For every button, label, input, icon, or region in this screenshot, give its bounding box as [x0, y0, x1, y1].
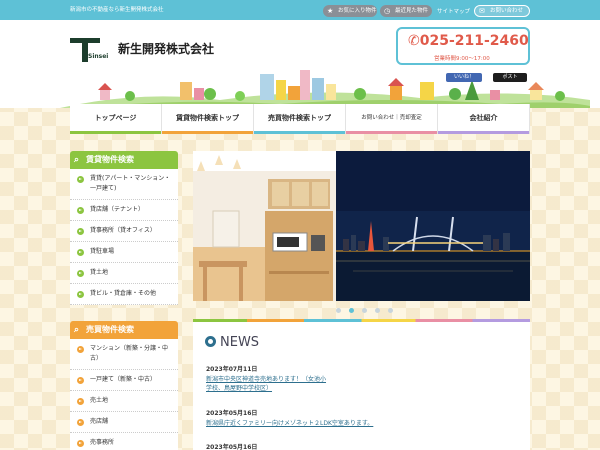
- sidebar-item-label: マンション（新築・分譲・中古）: [90, 345, 169, 362]
- recent-label: 最近見た物件: [395, 8, 429, 14]
- news-item: 2023年05月16日: [206, 442, 406, 450]
- sidebar-item-sale-mansion[interactable]: マンション（新築・分譲・中古）: [70, 339, 178, 370]
- news-date: 2023年07月11日: [206, 366, 258, 373]
- arrow-icon: [77, 398, 84, 405]
- arrow-icon: [77, 440, 84, 447]
- slider-dot[interactable]: [362, 308, 367, 313]
- hero-slider[interactable]: [193, 151, 530, 301]
- sitemap-link[interactable]: サイトマップ: [437, 7, 470, 15]
- contact-button[interactable]: ✉ お問い合わせ: [474, 5, 530, 17]
- rent-search-heading[interactable]: ⌕ 賃貸物件検索: [70, 151, 178, 169]
- sidebar-item-label: 賃貸(アパート・マンション・一戸建て): [90, 175, 171, 192]
- news-heading: NEWS: [205, 335, 259, 350]
- phone-digits: 025-211-2460: [419, 33, 529, 49]
- slider-dot[interactable]: [375, 308, 380, 313]
- sidebar-item-sale-house[interactable]: 一戸建て（新築・中古）: [70, 370, 178, 391]
- sidebar-item-label: 貸土地: [90, 269, 109, 276]
- sidebar-item-rent-other[interactable]: 貸ビル・貸倉庫・その他: [70, 284, 178, 305]
- nav-company[interactable]: 会社紹介: [438, 104, 530, 134]
- arrow-icon: [77, 270, 84, 277]
- sidebar-item-rent-residential[interactable]: 賃貸(アパート・マンション・一戸建て): [70, 169, 178, 200]
- town-illustration: [60, 70, 590, 108]
- sidebar-item-label: 貸事務所（貸オフィス）: [90, 227, 156, 234]
- nav-contact[interactable]: お問い合わせ｜売却査定: [346, 104, 438, 134]
- favorites-label: お気に入り物件: [338, 8, 377, 14]
- arrow-icon: [77, 249, 84, 256]
- circle-icon: [205, 336, 216, 347]
- main-nav: トップページ 賃貸物件検索トップ 売買物件検索トップ お問い合わせ｜売却査定 会…: [70, 104, 530, 134]
- logo-text: Sinsei: [88, 53, 109, 60]
- phone-icon: ✆: [408, 33, 420, 49]
- arrow-icon: [77, 346, 84, 353]
- nav-sale-search[interactable]: 売買物件検索トップ: [254, 104, 346, 134]
- slider-dot[interactable]: [388, 308, 393, 313]
- sidebar-item-sale-office[interactable]: 売事務所: [70, 433, 178, 450]
- news-section: NEWS 2023年07月11日 新潟市中央区神道寺売地あります！（女池小学校、…: [193, 322, 530, 450]
- nav-top[interactable]: トップページ: [70, 104, 162, 134]
- top-bar: 新潟市の不動産なら新生開発株式会社 ★ お気に入り物件 ◷ 最近見た物件 サイト…: [0, 0, 600, 20]
- facebook-like-label: いいね！: [453, 74, 474, 80]
- news-link[interactable]: 新潟県庁近くファミリー向けメゾネット２LDK空室あります。: [206, 419, 406, 428]
- sidebar-item-rent-parking[interactable]: 貸駐車場: [70, 242, 178, 263]
- recent-button[interactable]: ◷ 最近見た物件: [380, 5, 432, 17]
- sidebar-item-rent-store[interactable]: 貸店舗（テナント）: [70, 200, 178, 221]
- arrow-icon: [77, 419, 84, 426]
- arrow-icon: [77, 228, 84, 235]
- sale-search-heading[interactable]: ⌕ 売買物件検索: [70, 321, 178, 339]
- contact-label: お問い合わせ: [490, 8, 524, 14]
- slider-dot-active[interactable]: [349, 308, 354, 313]
- favorites-button[interactable]: ★ お気に入り物件: [323, 5, 377, 17]
- news-link[interactable]: 新潟市中央区神道寺売地あります！（女池小学校、鳥屋野中学校区）: [206, 375, 326, 393]
- arrow-icon: [77, 176, 84, 183]
- twitter-post-button[interactable]: ポスト: [493, 73, 527, 82]
- header: Sinsei 新生開発株式会社 ✆025-211-2460 営業時間9:00～1…: [0, 20, 600, 108]
- sidebar-item-rent-office[interactable]: 貸事務所（貸オフィス）: [70, 221, 178, 242]
- news-title: NEWS: [220, 335, 260, 350]
- sidebar-item-label: 貸駐車場: [90, 248, 115, 255]
- mail-icon: ✉: [479, 7, 485, 15]
- sale-list: マンション（新築・分譲・中古） 一戸建て（新築・中古） 売土地 売店舗 売事務所: [70, 339, 178, 450]
- twitter-post-label: ポスト: [502, 74, 518, 80]
- slider-pagination: [336, 308, 393, 313]
- sidebar-item-label: 一戸建て（新築・中古）: [90, 376, 157, 383]
- star-icon: ★: [327, 7, 334, 15]
- sidebar-item-rent-land[interactable]: 貸土地: [70, 263, 178, 284]
- sidebar-item-label: 貸ビル・貸倉庫・その他: [90, 290, 157, 297]
- clock-icon: ◷: [384, 7, 391, 15]
- news-item: 2023年05月16日 新潟県庁近くファミリー向けメゾネット２LDK空室あります…: [206, 408, 406, 428]
- rent-search-title: 賃貸物件検索: [86, 155, 134, 164]
- search-icon: ⌕: [74, 325, 80, 335]
- sidebar: ⌕ 賃貸物件検索 賃貸(アパート・マンション・一戸建て) 貸店舗（テナント） 貸…: [70, 151, 178, 450]
- news-date: 2023年05月16日: [206, 444, 258, 450]
- news-date: 2023年05月16日: [206, 410, 258, 417]
- phone-number[interactable]: ✆025-211-2460: [408, 33, 529, 49]
- arrow-icon: [77, 377, 84, 384]
- company-name: 新生開発株式会社: [118, 42, 215, 56]
- sidebar-item-label: 貸店舗（テナント）: [90, 206, 145, 213]
- site-tagline: 新潟市の不動産なら新生開発株式会社: [70, 7, 164, 13]
- facebook-like-button[interactable]: いいね！: [446, 73, 482, 82]
- search-icon: ⌕: [74, 155, 80, 165]
- sale-search-title: 売買物件検索: [86, 325, 134, 334]
- sidebar-item-label: 売土地: [90, 397, 109, 404]
- nav-rent-search[interactable]: 賃貸物件検索トップ: [162, 104, 254, 134]
- sidebar-item-sale-land[interactable]: 売土地: [70, 391, 178, 412]
- sidebar-item-sale-store[interactable]: 売店舗: [70, 412, 178, 433]
- slider-dot[interactable]: [336, 308, 341, 313]
- arrow-icon: [77, 207, 84, 214]
- sidebar-item-label: 売事務所: [90, 439, 115, 446]
- rent-list: 賃貸(アパート・マンション・一戸建て) 貸店舗（テナント） 貸事務所（貸オフィス…: [70, 169, 178, 305]
- arrow-icon: [77, 291, 84, 298]
- sidebar-item-label: 売店舗: [90, 418, 109, 425]
- news-item: 2023年07月11日 新潟市中央区神道寺売地あります！（女池小学校、鳥屋野中学…: [206, 364, 326, 393]
